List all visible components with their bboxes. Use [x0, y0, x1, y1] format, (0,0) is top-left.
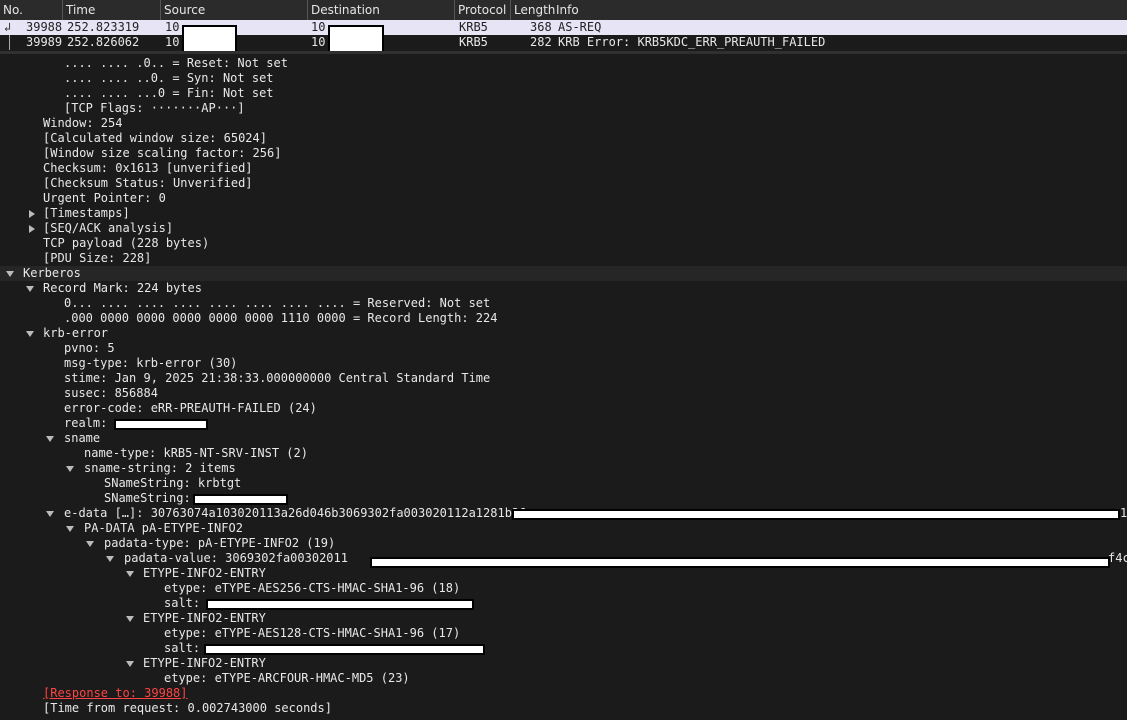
redacted-salt	[204, 644, 485, 655]
packet-time: 252.826062	[67, 35, 140, 49]
tree-item-timestamps[interactable]: [Timestamps]	[43, 206, 130, 221]
packet-source: 10	[165, 20, 180, 34]
collapse-arrow-icon[interactable]	[86, 541, 94, 547]
redacted-destination-address	[328, 25, 384, 53]
tree-item-padata-type[interactable]: padata-type: pA-ETYPE-INFO2 (19)	[104, 536, 335, 551]
tree-item-urgent-pointer[interactable]: Urgent Pointer: 0	[43, 191, 166, 206]
collapse-arrow-icon[interactable]	[66, 466, 74, 472]
packet-info: AS-REQ	[558, 20, 602, 34]
expand-arrow-icon[interactable]	[29, 210, 35, 218]
tree-item-msg-type[interactable]: msg-type: krb-error (30)	[64, 356, 237, 371]
tree-item-pa-data[interactable]: PA-DATA pA-ETYPE-INFO2	[84, 521, 243, 536]
tree-item-kerberos-row[interactable]: Kerberos	[0, 266, 1127, 281]
tree-item-checksum-status[interactable]: [Checksum Status: Unverified]	[43, 176, 253, 191]
column-header-info[interactable]: Info	[553, 0, 1127, 20]
column-header-destination[interactable]: Destination	[308, 0, 455, 20]
collapse-arrow-icon[interactable]	[6, 271, 14, 277]
collapse-arrow-icon[interactable]	[126, 571, 134, 577]
tree-item-snamestring-2[interactable]: SNameString:	[104, 491, 191, 506]
tree-item-reserved[interactable]: 0... .... .... .... .... .... .... .... …	[64, 296, 490, 311]
tree-item-susec[interactable]: susec: 856884	[64, 386, 158, 401]
packet-list: ↲ 39988 252.823319 10 10 KRB5 368 AS-REQ…	[0, 20, 1127, 53]
tree-item-sname-string[interactable]: sname-string: 2 items	[84, 461, 236, 476]
request-arrow-icon: ↲	[4, 20, 12, 34]
tree-item-checksum[interactable]: Checksum: 0x1613 [unverified]	[43, 161, 253, 176]
tree-item-name-type[interactable]: name-type: kRB5-NT-SRV-INST (2)	[84, 446, 308, 461]
collapse-arrow-icon[interactable]	[126, 616, 134, 622]
tree-item-tcp-payload[interactable]: TCP payload (228 bytes)	[43, 236, 209, 251]
tree-item-salt[interactable]: salt:	[164, 641, 200, 656]
response-line-icon	[9, 35, 10, 50]
tree-item-etype-info2-entry[interactable]: ETYPE-INFO2-ENTRY	[143, 566, 266, 581]
tree-item-salt[interactable]: salt:	[164, 596, 200, 611]
tree-item-fin[interactable]: .... .... ...0 = Fin: Not set	[64, 86, 274, 101]
tree-item-e-data-tail: 1	[1120, 506, 1127, 520]
tree-item-realm[interactable]: realm:	[64, 416, 107, 431]
packet-destination: 10	[311, 20, 326, 34]
packet-no: 39988	[26, 20, 63, 34]
tree-item-etype-info2-entry[interactable]: ETYPE-INFO2-ENTRY	[143, 656, 266, 671]
redacted-realm	[114, 419, 208, 430]
tree-item-record-mark[interactable]: Record Mark: 224 bytes	[43, 281, 202, 296]
collapse-arrow-icon[interactable]	[66, 526, 74, 532]
redacted-e-data	[512, 509, 1120, 520]
packet-list-header: No. Time Source Destination Protocol Len…	[0, 0, 1127, 21]
column-header-no[interactable]: No.	[0, 0, 63, 20]
packet-row[interactable]: ↲ 39988 252.823319 10 10 KRB5 368 AS-REQ	[0, 20, 1127, 35]
redacted-salt	[206, 599, 474, 610]
packet-protocol: KRB5	[459, 20, 488, 34]
tree-item-stime[interactable]: stime: Jan 9, 2025 21:38:33.000000000 Ce…	[64, 371, 490, 386]
pane-separator[interactable]	[0, 51, 1127, 54]
tree-item-time-from-request[interactable]: [Time from request: 0.002743000 seconds]	[43, 701, 332, 716]
collapse-arrow-icon[interactable]	[26, 286, 34, 292]
tree-item-etype-info2-entry[interactable]: ETYPE-INFO2-ENTRY	[143, 611, 266, 626]
packet-destination: 10	[311, 35, 326, 49]
tree-item-seq-ack[interactable]: [SEQ/ACK analysis]	[43, 221, 173, 236]
packet-length: 368	[530, 20, 552, 34]
column-header-time[interactable]: Time	[63, 0, 161, 20]
redacted-padata-value	[370, 557, 1110, 568]
packet-source: 10	[165, 35, 180, 49]
tree-item-reset[interactable]: .... .... .0.. = Reset: Not set	[64, 56, 288, 71]
column-header-protocol[interactable]: Protocol	[455, 0, 511, 20]
tree-item-window-scaling[interactable]: [Window size scaling factor: 256]	[43, 146, 281, 161]
collapse-arrow-icon[interactable]	[106, 556, 114, 562]
column-header-length[interactable]: Length	[511, 0, 555, 20]
collapse-arrow-icon[interactable]	[26, 331, 34, 337]
collapse-arrow-icon[interactable]	[126, 661, 134, 667]
tree-item-padata-value[interactable]: padata-value: 3069302fa00302011	[124, 551, 348, 566]
tree-item-window[interactable]: Window: 254	[43, 116, 122, 131]
tree-item-tcp-flags[interactable]: [TCP Flags: ·······AP···]	[64, 101, 245, 116]
tree-item-etype[interactable]: etype: eTYPE-ARCFOUR-HMAC-MD5 (23)	[164, 671, 410, 686]
tree-item-etype[interactable]: etype: eTYPE-AES256-CTS-HMAC-SHA1-96 (18…	[164, 581, 460, 596]
packet-protocol: KRB5	[459, 35, 488, 49]
packet-row[interactable]: 39989 252.826062 10 10 KRB5 282 KRB Erro…	[0, 35, 1127, 50]
tree-item-syn[interactable]: .... .... ..0. = Syn: Not set	[64, 71, 274, 86]
redacted-snamestring	[193, 494, 288, 505]
tree-item-sname[interactable]: sname	[64, 431, 100, 446]
tree-item-krb-error[interactable]: krb-error	[43, 326, 108, 341]
response-to-link[interactable]: [Response to: 39988]	[43, 686, 188, 701]
tree-item-kerberos: Kerberos	[23, 266, 81, 280]
packet-no: 39989	[26, 35, 63, 49]
tree-item-snamestring-krbtgt[interactable]: SNameString: krbtgt	[104, 476, 241, 491]
packet-time: 252.823319	[67, 20, 140, 34]
column-header-source[interactable]: Source	[161, 0, 308, 20]
tree-item-record-length[interactable]: .000 0000 0000 0000 0000 0000 1110 0000 …	[64, 311, 497, 326]
collapse-arrow-icon[interactable]	[46, 511, 54, 517]
collapse-arrow-icon[interactable]	[46, 436, 54, 442]
tree-item-pdu-size[interactable]: [PDU Size: 228]	[43, 251, 151, 266]
packet-length: 282	[530, 35, 552, 49]
tree-item-padata-value-tail: f4c	[1108, 551, 1127, 565]
redacted-source-address	[182, 25, 237, 53]
tree-item-pvno[interactable]: pvno: 5	[64, 341, 115, 356]
tree-item-etype[interactable]: etype: eTYPE-AES128-CTS-HMAC-SHA1-96 (17…	[164, 626, 460, 641]
tree-item-error-code[interactable]: error-code: eRR-PREAUTH-FAILED (24)	[64, 401, 317, 416]
expand-arrow-icon[interactable]	[29, 225, 35, 233]
tree-item-calculated-window[interactable]: [Calculated window size: 65024]	[43, 131, 267, 146]
packet-info: KRB Error: KRB5KDC_ERR_PREAUTH_FAILED	[558, 35, 826, 49]
tree-item-e-data[interactable]: e-data […]: 30763074a103020113a26d046b30…	[64, 506, 526, 521]
